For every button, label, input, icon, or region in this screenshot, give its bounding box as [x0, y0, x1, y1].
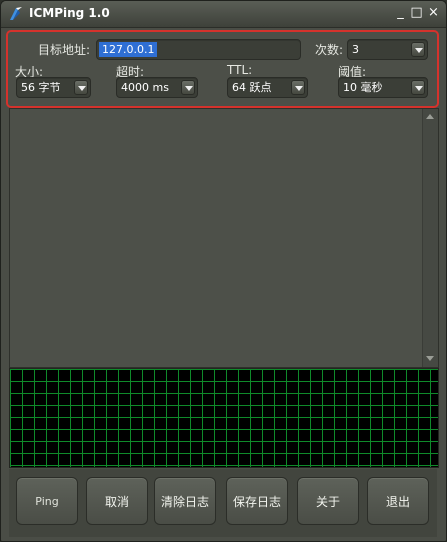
timeout-value: 4000 ms: [121, 81, 169, 94]
chevron-down-icon[interactable]: [181, 80, 195, 95]
scroll-up-arrow-icon[interactable]: [423, 110, 438, 124]
timeout-select[interactable]: 4000 ms: [116, 77, 198, 98]
ttl-label: TTL:: [227, 63, 253, 77]
chevron-down-icon[interactable]: [74, 80, 88, 95]
count-select[interactable]: 3: [347, 39, 428, 60]
cancel-button[interactable]: 取消: [86, 477, 148, 525]
threshold-value: 10 毫秒: [343, 81, 383, 94]
scroll-down-arrow-icon[interactable]: [423, 352, 438, 366]
close-button[interactable]: ×: [427, 6, 440, 20]
log-textarea[interactable]: [9, 108, 439, 368]
vertical-scrollbar[interactable]: [422, 109, 438, 367]
ping-button[interactable]: Ping: [16, 477, 78, 525]
settings-panel: 目标地址: 127.0.0.1 次数: 3 大小: 56 字节 超时: 4000…: [6, 30, 439, 108]
target-address-value: 127.0.0.1: [99, 42, 158, 57]
chevron-down-icon[interactable]: [411, 42, 425, 57]
size-value: 56 字节: [21, 81, 61, 94]
target-address-input[interactable]: 127.0.0.1: [96, 39, 301, 60]
target-address-label: 目标地址:: [38, 43, 91, 57]
ttl-value: 64 跃点: [232, 81, 272, 94]
latency-graph: [9, 368, 439, 468]
save-log-button[interactable]: 保存日志: [226, 477, 288, 525]
maximize-button[interactable]: □: [410, 6, 423, 20]
window-title: ICMPing 1.0: [29, 6, 110, 20]
button-bar: Ping 取消 清除日志 保存日志 关于 退出: [9, 469, 437, 537]
about-button[interactable]: 关于: [297, 477, 359, 525]
count-value: 3: [352, 43, 359, 56]
threshold-select[interactable]: 10 毫秒: [338, 77, 428, 98]
count-label: 次数:: [315, 43, 344, 57]
chevron-down-icon[interactable]: [411, 80, 425, 95]
ttl-select[interactable]: 64 跃点: [227, 77, 308, 98]
app-window: ICMPing 1.0 _ □ × 目标地址: 127.0.0.1 次数: 3 …: [0, 0, 447, 542]
exit-button[interactable]: 退出: [367, 477, 429, 525]
size-select[interactable]: 56 字节: [16, 77, 91, 98]
app-logo-icon: [10, 7, 22, 20]
chevron-down-icon[interactable]: [291, 80, 305, 95]
minimize-button[interactable]: _: [394, 6, 407, 20]
clear-log-button[interactable]: 清除日志: [154, 477, 216, 525]
title-bar: ICMPing 1.0 _ □ ×: [1, 1, 446, 28]
